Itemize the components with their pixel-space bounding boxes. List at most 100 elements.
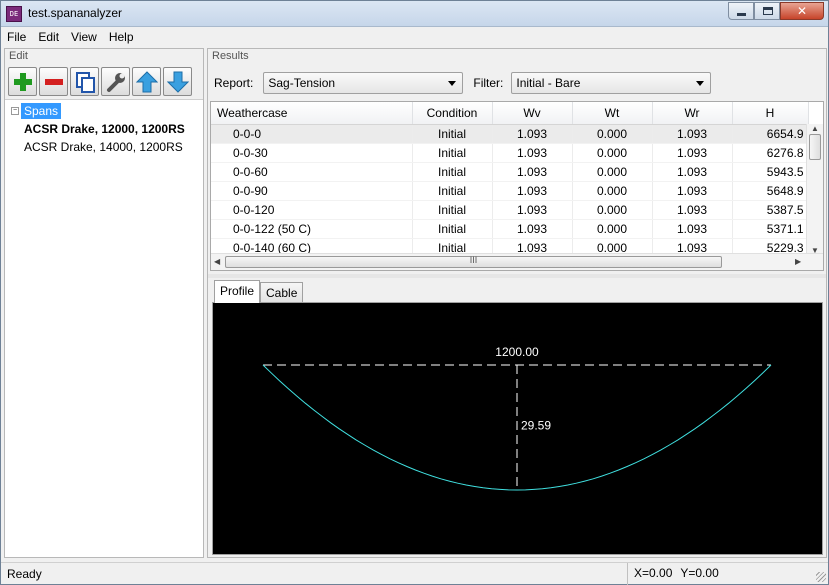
minimize-icon <box>737 13 746 16</box>
app-icon[interactable]: DE <box>6 6 22 22</box>
table-cell: 1.093 <box>652 162 733 182</box>
tree-expander-icon[interactable]: − <box>11 107 19 115</box>
maximize-button[interactable] <box>754 2 780 20</box>
table-cell: 0-0-0 <box>211 124 413 144</box>
table-cell: 5371.1 <box>732 219 809 239</box>
table-cell: 0-0-120 <box>211 200 413 220</box>
table-vertical-scrollbar[interactable]: ▲ ▼ <box>806 124 823 255</box>
table-cell: Initial <box>412 200 493 220</box>
arrow-down-icon <box>166 71 189 93</box>
filter-select[interactable]: Initial - Bare <box>511 72 712 94</box>
close-button[interactable]: ✕ <box>780 2 824 20</box>
scroll-right-icon[interactable]: ▶ <box>795 257 801 266</box>
tab-profile[interactable]: Profile <box>214 280 261 303</box>
move-up-button[interactable] <box>132 67 161 96</box>
title-bar[interactable]: DE test.spananalyzer ✕ <box>1 1 828 27</box>
status-bar: Ready X=0.00 Y=0.00 <box>1 562 828 585</box>
report-filter-row: Report: Sag-Tension Filter: Initial - Ba… <box>214 71 712 95</box>
filter-label: Filter: <box>473 76 504 90</box>
menu-help[interactable]: Help <box>103 28 140 47</box>
column-header-condition[interactable]: Condition <box>412 102 493 125</box>
wrench-icon <box>106 72 125 92</box>
tab-cable[interactable]: Cable <box>260 282 304 303</box>
report-select[interactable]: Sag-Tension <box>263 72 464 94</box>
column-header-weathercase[interactable]: Weathercase <box>211 102 413 125</box>
pane-splitter[interactable] <box>208 274 826 278</box>
move-down-button[interactable] <box>163 67 192 96</box>
profile-plot[interactable]: 1200.00 29.59 <box>212 302 823 555</box>
table-cell: 0-0-122 (50 C) <box>211 219 413 239</box>
table-cell: 1.093 <box>492 181 573 201</box>
window-controls: ✕ <box>728 2 824 20</box>
table-cell: 1.093 <box>652 143 733 163</box>
table-row[interactable]: 0-0-122 (50 C) Initial 1.093 0.000 1.093 5371… <box>211 219 809 239</box>
edit-pane-caption: Edit <box>9 50 28 62</box>
column-header-wv[interactable]: Wv <box>492 102 573 125</box>
table-cell: 0.000 <box>572 181 653 201</box>
table-cell: 1.093 <box>492 124 573 144</box>
table-cell: Initial <box>412 143 493 163</box>
vertical-scroll-thumb[interactable] <box>809 134 821 160</box>
table-cell: Initial <box>412 219 493 239</box>
table-cell: Initial <box>412 162 493 182</box>
table-cell: 6276.8 <box>732 143 809 163</box>
table-cell: 0-0-30 <box>211 143 413 163</box>
table-row[interactable]: 0-0-90 Initial 1.093 0.000 1.093 5648.9 <box>211 181 809 201</box>
add-button[interactable] <box>8 67 37 96</box>
table-cell: 1.093 <box>492 162 573 182</box>
table-cell: 5387.5 <box>732 200 809 220</box>
table-row[interactable]: 0-0-0 Initial 1.093 0.000 1.093 6654.9 <box>211 124 809 144</box>
table-row[interactable]: 0-0-60 Initial 1.093 0.000 1.093 5943.5 <box>211 162 809 182</box>
column-header-h[interactable]: H <box>732 102 809 125</box>
plus-icon <box>13 72 32 91</box>
resize-grip[interactable] <box>816 572 826 582</box>
minimize-button[interactable] <box>728 2 754 20</box>
copy-icon <box>75 71 95 93</box>
filter-select-value: Initial - Bare <box>516 76 581 90</box>
tree-root[interactable]: − Spans <box>11 103 62 119</box>
results-table[interactable]: Weathercase Condition Wv Wt Wr H 0-0-0 In… <box>210 101 824 271</box>
close-icon: ✕ <box>796 4 808 18</box>
minus-icon <box>44 78 63 85</box>
table-cell: 0.000 <box>572 219 653 239</box>
cursor-y: Y=0.00 <box>680 566 719 580</box>
maximize-icon <box>763 7 773 15</box>
menu-file[interactable]: File <box>1 28 32 47</box>
copy-button[interactable] <box>70 67 99 96</box>
menu-edit[interactable]: Edit <box>32 28 65 47</box>
edit-button[interactable] <box>101 67 130 96</box>
menu-view[interactable]: View <box>65 28 103 47</box>
column-header-wr[interactable]: Wr <box>652 102 733 125</box>
table-cell: 1.093 <box>652 219 733 239</box>
tree-item[interactable]: ACSR Drake, 14000, 1200RS <box>24 140 183 154</box>
table-cell: 1.093 <box>492 219 573 239</box>
chevron-down-icon <box>448 81 457 86</box>
results-table-grid: Weathercase Condition Wv Wt Wr H 0-0-0 In… <box>211 102 809 258</box>
horizontal-scroll-thumb[interactable]: III <box>225 255 722 268</box>
results-pane: Results Report: Sag-Tension Filter: Init… <box>207 48 827 558</box>
edit-toolbar <box>8 67 192 96</box>
table-row[interactable]: 0-0-120 Initial 1.093 0.000 1.093 5387.5 <box>211 200 809 220</box>
profile-drawing: 1200.00 29.59 <box>262 345 772 491</box>
table-horizontal-scrollbar[interactable]: ◀ III ▶ <box>211 253 823 270</box>
table-cell: 5943.5 <box>732 162 809 182</box>
scroll-left-icon[interactable]: ◀ <box>214 257 220 266</box>
scroll-up-icon[interactable]: ▲ <box>811 124 819 133</box>
table-cell: 1.093 <box>652 181 733 201</box>
table-cell: 5648.9 <box>732 181 809 201</box>
table-row[interactable]: 0-0-30 Initial 1.093 0.000 1.093 6276.8 <box>211 143 809 163</box>
column-header-wt[interactable]: Wt <box>572 102 653 125</box>
view-tabs: Profile Cable <box>214 280 304 303</box>
results-pane-caption: Results <box>212 50 249 62</box>
report-select-value: Sag-Tension <box>268 76 336 90</box>
table-cell: 0.000 <box>572 124 653 144</box>
table-cell: 1.093 <box>652 124 733 144</box>
table-cell: 1.093 <box>492 200 573 220</box>
sag-label: 29.59 <box>521 419 551 433</box>
tree-root-label[interactable]: Spans <box>21 103 62 119</box>
table-cell: Initial <box>412 181 493 201</box>
span-tree[interactable]: − Spans ACSR Drake, 12000, 1200RS ACSR D… <box>5 99 203 557</box>
tree-item[interactable]: ACSR Drake, 12000, 1200RS <box>24 122 185 136</box>
scroll-grip: III <box>469 255 478 265</box>
delete-button[interactable] <box>39 67 68 96</box>
